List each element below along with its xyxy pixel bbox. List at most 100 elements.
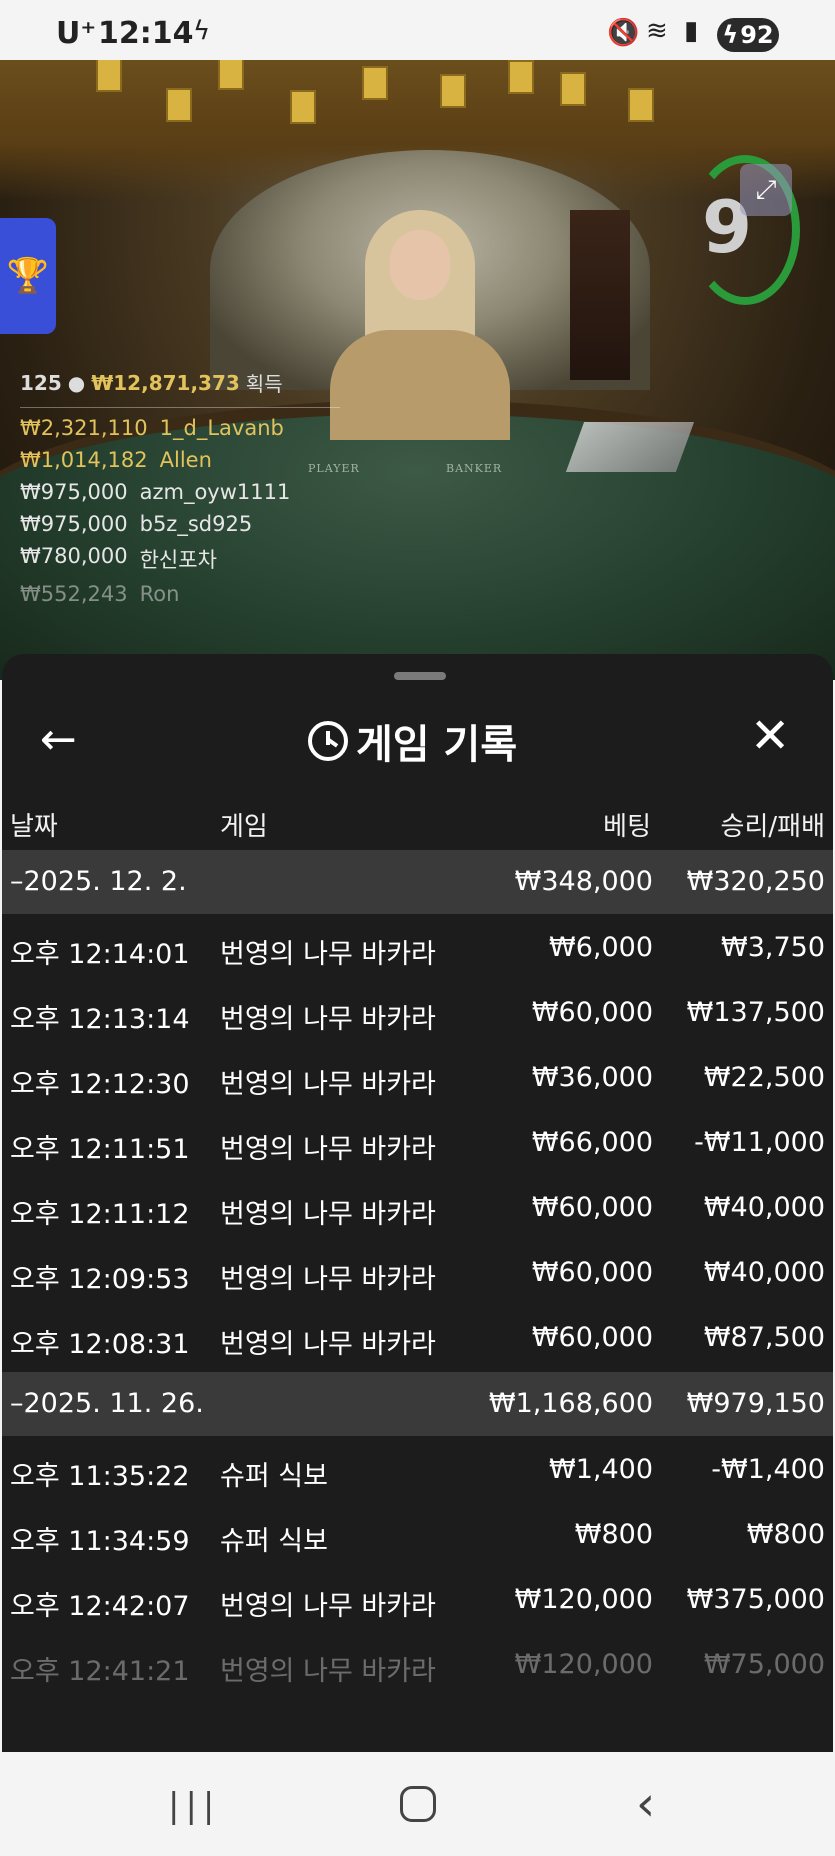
panel-title-wrap: 게임 기록 [308,712,517,770]
row-bet: ₩120,000 [514,1584,653,1615]
column-header-bet: 베팅 [603,812,651,842]
group-result-total: ₩979,150 [686,1388,825,1419]
row-game: 번영의 나무 바카라 [220,1004,436,1035]
history-icon [308,721,348,761]
row-time: 오후 12:12:30 [10,1069,190,1100]
signal-icon: ▮ [684,16,699,46]
battery-level: 92 [740,21,774,49]
trophy-button[interactable]: 🏆 [0,218,56,334]
winners-leaderboard: 125 ● ₩12,871,373 획득 ₩2,321,110 1_d_Lava… [20,368,340,606]
column-header-result: 승리/패배 [720,812,825,842]
row-result: ₩137,500 [686,997,825,1028]
entry-name: b5z_sd925 [139,512,253,536]
leaderboard-entry: ₩552,243 Ron [20,582,340,606]
game-history-panel: ← 게임 기록 ✕ 날짜 게임 베팅 승리/패배 –2025. 12. 2. ₩… [2,654,833,1752]
row-bet: ₩60,000 [531,1257,653,1288]
system-nav-bar: ||| ‹ [0,1752,835,1856]
close-button[interactable]: ✕ [750,708,790,764]
leaderboard-entry: ₩780,000 한신포차 [20,544,340,574]
live-video: PLAYER BANKER 🏆 9 ⤢ 125 ● ₩12,871,373 획득… [0,60,835,680]
leaderboard-entry: ₩2,321,110 1_d_Lavanb [20,416,340,440]
row-result: -₩11,000 [694,1127,825,1158]
history-row[interactable]: 오후 12:14:01 번영의 나무 바카라 ₩6,000 ₩3,750 [2,916,833,980]
row-game: 번영의 나무 바카라 [220,1069,436,1100]
column-header-date: 날짜 [10,812,58,842]
history-row[interactable]: 오후 12:11:51 번영의 나무 바카라 ₩66,000 -₩11,000 [2,1111,833,1175]
charging-bolt-icon: ϟ [193,16,211,46]
system-back-button[interactable]: ‹ [636,1776,655,1832]
history-row[interactable]: 오후 12:08:31 번영의 나무 바카라 ₩60,000 ₩87,500 [2,1306,833,1370]
lantern-decoration [508,60,534,94]
row-result: ₩800 [746,1519,825,1550]
arrow-left-icon: ← [40,714,77,765]
history-row[interactable]: 오후 12:09:53 번영의 나무 바카라 ₩60,000 ₩40,000 [2,1241,833,1305]
row-time: 오후 11:34:59 [10,1526,190,1557]
person-icon: ● [67,370,86,395]
pagoda-decoration [570,210,630,380]
row-time: 오후 12:11:51 [10,1134,190,1165]
column-header-game: 게임 [220,812,268,842]
history-row[interactable]: 오후 12:12:30 번영의 나무 바카라 ₩36,000 ₩22,500 [2,1046,833,1110]
row-bet: ₩66,000 [531,1127,653,1158]
entry-name: Ron [139,582,180,606]
history-row[interactable]: 오후 12:41:21 번영의 나무 바카라 ₩120,000 ₩75,000 [2,1633,833,1697]
entry-amount: ₩1,014,182 [20,448,148,472]
lantern-decoration [440,74,466,108]
row-result: -₩1,400 [711,1454,825,1485]
row-bet: ₩36,000 [531,1062,653,1093]
date-group-row[interactable]: –2025. 11. 26. ₩1,168,600 ₩979,150 [2,1372,833,1436]
entry-amount: ₩780,000 [20,544,128,568]
row-game: 슈퍼 식보 [220,1461,328,1492]
row-game: 번영의 나무 바카라 [220,1591,436,1622]
banker-area-label: BANKER [446,462,503,475]
leaderboard-entry: ₩975,000 b5z_sd925 [20,512,340,536]
entry-amount: ₩975,000 [20,512,128,536]
row-result: ₩75,000 [703,1649,825,1680]
lantern-decoration [290,90,316,124]
lantern-decoration [628,88,654,122]
home-button[interactable] [400,1786,436,1822]
lantern-decoration [218,60,244,90]
row-result: ₩375,000 [686,1584,825,1615]
row-game: 슈퍼 식보 [220,1526,328,1557]
row-bet: ₩60,000 [531,1322,653,1353]
row-time: 오후 12:09:53 [10,1264,190,1295]
group-result-total: ₩320,250 [686,866,825,897]
gain-label: 획득 [245,372,283,396]
row-game: 번영의 나무 바카라 [220,1329,436,1360]
recent-apps-button[interactable]: ||| [168,1786,220,1826]
row-bet: ₩60,000 [531,997,653,1028]
entry-name: 한신포차 [139,548,217,572]
row-time: 오후 12:13:14 [10,1004,190,1035]
drag-handle[interactable] [394,672,446,680]
entry-name: Allen [159,448,212,472]
history-row[interactable]: 오후 11:34:59 슈퍼 식보 ₩800 ₩800 [2,1503,833,1567]
row-time: 오후 12:14:01 [10,939,190,970]
entry-amount: ₩2,321,110 [20,416,148,440]
date-group-row[interactable]: –2025. 12. 2. ₩348,000 ₩320,250 [2,850,833,914]
back-button[interactable]: ← [40,714,77,765]
row-time: 오후 12:42:07 [10,1591,190,1622]
row-game: 번영의 나무 바카라 [220,939,436,970]
history-row[interactable]: 오후 12:11:12 번영의 나무 바카라 ₩60,000 ₩40,000 [2,1176,833,1240]
row-result: ₩40,000 [703,1257,825,1288]
row-result: ₩87,500 [703,1322,825,1353]
expand-icon: ⤢ [755,174,777,205]
row-bet: ₩1,400 [549,1454,653,1485]
entry-name: 1_d_Lavanb [159,416,284,440]
row-time: 오후 12:08:31 [10,1329,190,1360]
lantern-decoration [362,66,388,100]
status-clock: 12:14 [98,16,194,51]
history-row[interactable]: 오후 12:42:07 번영의 나무 바카라 ₩120,000 ₩375,000 [2,1568,833,1632]
row-result: ₩40,000 [703,1192,825,1223]
panel-header: ← 게임 기록 ✕ [2,698,833,778]
row-time: 오후 12:41:21 [10,1656,190,1687]
fullscreen-button[interactable]: ⤢ [740,164,792,216]
card-shoe [565,422,695,472]
players-count: 125 [20,370,62,395]
row-bet: ₩60,000 [531,1192,653,1223]
history-row[interactable]: 오후 11:35:22 슈퍼 식보 ₩1,400 -₩1,400 [2,1438,833,1502]
history-row[interactable]: 오후 12:13:14 번영의 나무 바카라 ₩60,000 ₩137,500 [2,981,833,1045]
leaderboard-entry: ₩975,000 azm_oyw1111 [20,480,340,504]
leaderboard-entry: ₩1,014,182 Allen [20,448,340,472]
